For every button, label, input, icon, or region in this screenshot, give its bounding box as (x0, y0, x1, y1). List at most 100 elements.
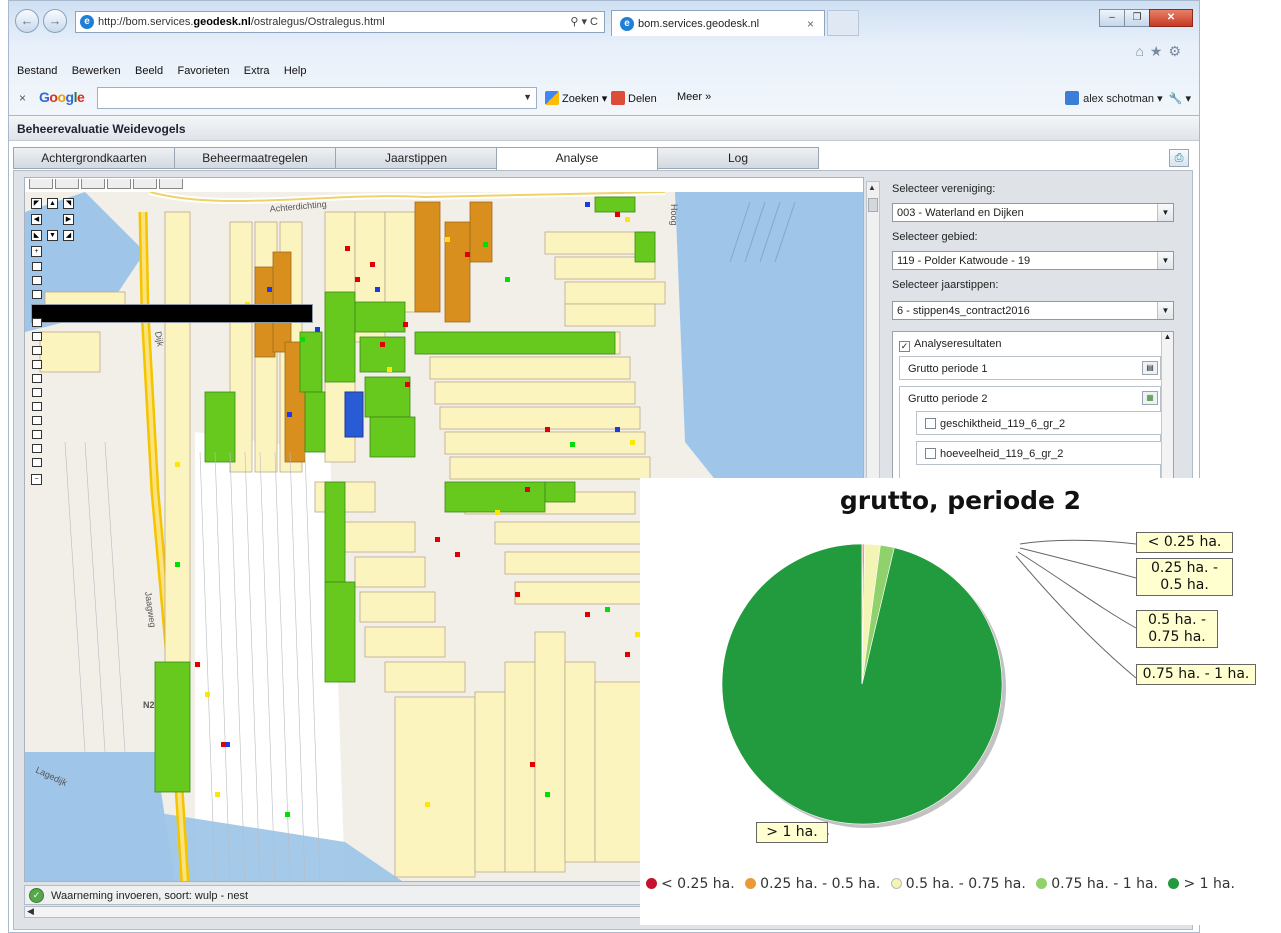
checkbox[interactable] (925, 418, 936, 429)
scroll-left-icon[interactable]: ◀ (27, 906, 34, 917)
pan-up-button[interactable]: ▲ (47, 198, 58, 209)
gebied-select[interactable]: 119 - Polder Katwoude - 19 ▼ (892, 251, 1174, 270)
zoom-level[interactable] (32, 388, 42, 397)
zoom-level[interactable] (32, 416, 42, 425)
forward-button[interactable]: → (43, 9, 67, 33)
close-window-button[interactable]: ✕ (1149, 9, 1193, 27)
zoom-level[interactable] (32, 346, 42, 355)
zoom-level[interactable] (32, 458, 42, 467)
callout-05-075: 0.5 ha. - 0.75 ha. (1136, 610, 1218, 648)
google-share-button[interactable]: Delen (611, 91, 657, 105)
checkbox-checked[interactable]: ✓ (899, 341, 910, 352)
analysis-results-label: Analyseresultaten (914, 338, 1002, 350)
checkbox[interactable] (925, 448, 936, 459)
zoom-out-button[interactable]: − (31, 474, 42, 485)
menu-bewerken[interactable]: Bewerken (72, 65, 121, 77)
grutto-periode-1-row[interactable]: Grutto periode 1 ▤ (899, 356, 1161, 380)
grutto-periode-2-row[interactable]: Grutto periode 2 ▦ geschiktheid_119_6_gr… (899, 386, 1162, 480)
pan-up-right-button[interactable]: ◥ (63, 198, 74, 209)
tab-jaarstippen[interactable]: Jaarstippen (335, 147, 497, 169)
pan-down-right-button[interactable]: ◢ (63, 230, 74, 241)
close-tab-icon[interactable]: × (807, 17, 814, 31)
new-tab-button[interactable] (827, 10, 859, 36)
zoom-level-selected[interactable] (31, 304, 313, 323)
scroll-up-icon[interactable]: ▲ (868, 183, 876, 192)
table-icon[interactable]: ▤ (1142, 361, 1158, 375)
close-toolbar-icon[interactable]: × (19, 91, 26, 105)
layer-hoeveelheid-row[interactable]: hoeveelheid_119_6_gr_2 (916, 441, 1162, 465)
legend-item-gt-1: > 1 ha. (1168, 872, 1235, 896)
app-tabs: Achtergrondkaarten Beheermaatregelen Jaars… (13, 147, 819, 171)
callout-gt-1: > 1 ha. (756, 822, 828, 843)
chart-icon[interactable]: ▦ (1142, 391, 1158, 405)
pan-up-left-button[interactable]: ◤ (31, 198, 42, 209)
callout-line-2 (1019, 547, 1137, 579)
layer-hoeveelheid-label: hoeveelheid_119_6_gr_2 (940, 448, 1064, 460)
zoom-level[interactable] (32, 332, 42, 341)
horizontal-scrollbar[interactable]: ◀ (24, 906, 650, 918)
vereniging-select[interactable]: 003 - Waterland en Dijken ▼ (892, 203, 1174, 222)
pan-down-button[interactable]: ▼ (47, 230, 58, 241)
ie-page-icon: e (80, 15, 94, 29)
print-button[interactable]: ⎙ (1169, 149, 1189, 167)
home-star-gear-icons[interactable]: ⌂★⚙ (1135, 43, 1187, 60)
maximize-button[interactable]: ❐ (1124, 9, 1150, 27)
zoom-level[interactable] (32, 430, 42, 439)
results-scrollbar[interactable]: ▲ (1161, 332, 1173, 480)
status-text: Waarneming invoeren, soort: wulp - nest (51, 890, 249, 902)
tab-analyse[interactable]: Analyse (496, 147, 658, 171)
zoom-level[interactable] (32, 444, 42, 453)
zoom-in-button[interactable]: + (31, 246, 42, 257)
back-button[interactable]: ← (15, 9, 39, 33)
pan-left-button[interactable]: ◀ (31, 214, 42, 225)
google-search-button[interactable]: Zoeken ▾ (545, 91, 607, 105)
menu-favorieten[interactable]: Favorieten (177, 65, 229, 77)
grutto-periode-2-label: Grutto periode 2 (908, 393, 988, 405)
search-icon (545, 91, 559, 105)
zoom-level[interactable] (32, 374, 42, 383)
map-tool-6[interactable] (159, 179, 183, 189)
chevron-down-icon[interactable]: ▼ (523, 92, 532, 102)
scroll-thumb[interactable] (868, 198, 878, 212)
menu-help[interactable]: Help (284, 65, 307, 77)
legend-dot (646, 878, 657, 889)
tab-beheermaatregelen[interactable]: Beheermaatregelen (174, 147, 336, 169)
legend-item-075-1: 0.75 ha. - 1 ha. (1036, 872, 1158, 896)
jaarstippen-select[interactable]: 6 - stippen4s_contract2016 ▼ (892, 301, 1174, 320)
minimize-button[interactable]: – (1099, 9, 1125, 27)
chevron-down-icon[interactable]: ▼ (1157, 252, 1173, 269)
map-tool-3[interactable] (81, 179, 105, 189)
zoom-level[interactable] (32, 262, 42, 271)
address-bar[interactable]: e http://bom.services.geodesk.nl/ostrale… (75, 11, 605, 33)
map-tool-4[interactable] (107, 179, 131, 189)
map-tool-1[interactable] (29, 179, 53, 189)
analysis-results-checkbox-row[interactable]: ✓ Analyseresultaten (899, 338, 1001, 352)
chevron-down-icon[interactable]: ▼ (1157, 204, 1173, 221)
legend-item-05-075: 0.5 ha. - 0.75 ha. (890, 872, 1026, 896)
menu-bestand[interactable]: Bestand (17, 65, 57, 77)
google-search-input[interactable]: ▼ (97, 87, 537, 109)
chevron-down-icon[interactable]: ▼ (1157, 302, 1173, 319)
address-tools[interactable]: ⚲ ▾ C (570, 15, 598, 28)
map-tool-2[interactable] (55, 179, 79, 189)
zoom-level[interactable] (32, 360, 42, 369)
menu-beeld[interactable]: Beeld (135, 65, 163, 77)
zoom-level[interactable] (32, 402, 42, 411)
map-tool-5[interactable] (133, 179, 157, 189)
check-icon[interactable]: ✓ (29, 888, 44, 903)
zoom-level[interactable] (32, 276, 42, 285)
google-toolbar: × Google ▼ Zoeken ▾ Delen Meer » alex sc… (13, 85, 1197, 111)
browser-tab[interactable]: e bom.services.geodesk.nl × (611, 10, 825, 36)
jaarstippen-value: 6 - stippen4s_contract2016 (897, 305, 1030, 317)
tab-log[interactable]: Log (657, 147, 819, 169)
pan-down-left-button[interactable]: ◣ (31, 230, 42, 241)
google-more-button[interactable]: Meer » (677, 91, 711, 103)
zoom-level[interactable] (32, 290, 42, 299)
layer-geschiktheid-row[interactable]: geschiktheid_119_6_gr_2 (916, 411, 1162, 435)
pan-right-button[interactable]: ▶ (63, 214, 74, 225)
legend-dot (1168, 878, 1180, 889)
tab-achtergrondkaarten[interactable]: Achtergrondkaarten (13, 147, 175, 169)
zoom-level[interactable] (32, 318, 42, 327)
menu-extra[interactable]: Extra (244, 65, 270, 77)
user-account[interactable]: alex schotman ▾ 🔧 ▾ (1065, 91, 1191, 105)
